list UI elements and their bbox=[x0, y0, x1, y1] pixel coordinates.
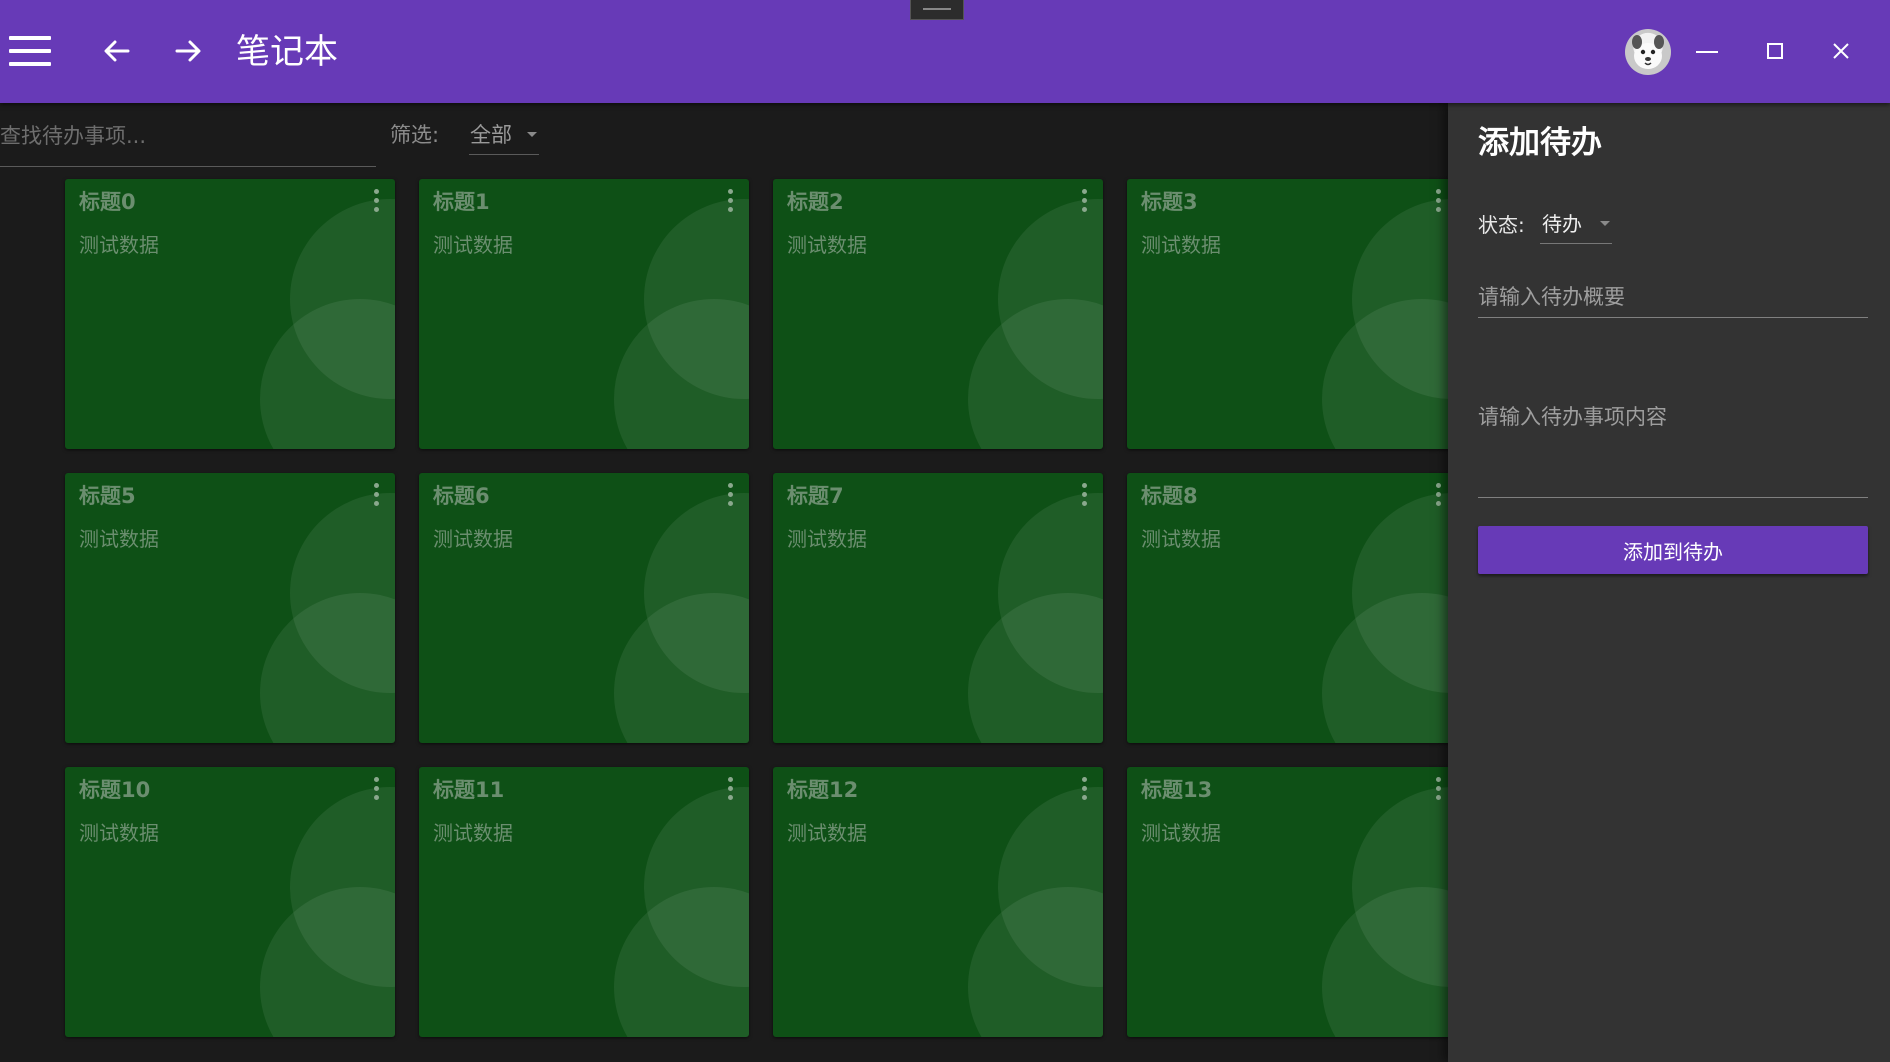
todo-card-content: 测试数据 bbox=[433, 821, 513, 845]
todo-card-title: 标题1 bbox=[433, 190, 490, 214]
todo-card[interactable]: 标题6 测试数据 bbox=[419, 473, 749, 743]
summary-input[interactable] bbox=[1478, 279, 1868, 315]
more-vert-icon[interactable] bbox=[370, 483, 382, 509]
todo-card-content: 测试数据 bbox=[79, 527, 159, 551]
minimize-icon[interactable] bbox=[1689, 33, 1725, 69]
add-todo-panel: 添加待办 状态: 待办 添加到待办 bbox=[1448, 103, 1890, 1062]
todo-card[interactable]: 标题7 测试数据 bbox=[773, 473, 1103, 743]
todo-card-title: 标题12 bbox=[787, 778, 859, 802]
chevron-down-icon bbox=[1600, 221, 1610, 226]
todo-card-content: 测试数据 bbox=[1141, 821, 1221, 845]
todo-card[interactable]: 标题11 测试数据 bbox=[419, 767, 749, 1037]
more-vert-icon[interactable] bbox=[1432, 483, 1444, 509]
close-icon[interactable] bbox=[1823, 33, 1859, 69]
todo-card-title: 标题3 bbox=[1141, 190, 1198, 214]
more-vert-icon[interactable] bbox=[724, 483, 736, 509]
hamburger-menu-icon[interactable] bbox=[9, 36, 51, 66]
todo-card-title: 标题13 bbox=[1141, 778, 1213, 802]
panel-title: 添加待办 bbox=[1478, 125, 1602, 161]
status-dropdown-value: 待办 bbox=[1542, 212, 1582, 236]
drag-handle[interactable] bbox=[910, 0, 964, 20]
filter-label: 筛选: bbox=[390, 123, 440, 147]
todo-card[interactable]: 标题1 测试数据 bbox=[419, 179, 749, 449]
app-bar: 笔记本 bbox=[0, 0, 1890, 103]
more-vert-icon[interactable] bbox=[1432, 777, 1444, 803]
todo-card[interactable]: 标题8 测试数据 bbox=[1127, 473, 1448, 743]
more-vert-icon[interactable] bbox=[370, 189, 382, 215]
todo-card-title: 标题10 bbox=[79, 778, 151, 802]
todo-card-title: 标题8 bbox=[1141, 484, 1198, 508]
search-field bbox=[0, 114, 376, 167]
more-vert-icon[interactable] bbox=[1432, 189, 1444, 215]
more-vert-icon[interactable] bbox=[1078, 777, 1090, 803]
todo-card-title: 标题0 bbox=[79, 190, 136, 214]
todo-card-content: 测试数据 bbox=[79, 821, 159, 845]
todo-card[interactable]: 标题0 测试数据 bbox=[65, 179, 395, 449]
content-field bbox=[1478, 401, 1868, 498]
todo-card-title: 标题11 bbox=[433, 778, 505, 802]
more-vert-icon[interactable] bbox=[724, 777, 736, 803]
status-dropdown[interactable]: 待办 bbox=[1540, 207, 1612, 244]
avatar[interactable] bbox=[1625, 29, 1671, 75]
todo-card-content: 测试数据 bbox=[433, 527, 513, 551]
app-title: 笔记本 bbox=[236, 32, 338, 72]
more-vert-icon[interactable] bbox=[1078, 189, 1090, 215]
todo-card-content: 测试数据 bbox=[787, 821, 867, 845]
more-vert-icon[interactable] bbox=[724, 189, 736, 215]
todo-card[interactable]: 标题10 测试数据 bbox=[65, 767, 395, 1037]
todo-card-grid: 标题0 测试数据 标题1 测试数据 标题2 测试数据 标题3 测试数据 标题5 … bbox=[0, 170, 1448, 1062]
todo-card-content: 测试数据 bbox=[433, 233, 513, 257]
arrow-left-icon[interactable] bbox=[101, 35, 133, 67]
todo-card[interactable]: 标题13 测试数据 bbox=[1127, 767, 1448, 1037]
todo-card-title: 标题2 bbox=[787, 190, 844, 214]
filter-dropdown[interactable]: 全部 bbox=[469, 118, 539, 155]
chevron-down-icon bbox=[527, 132, 537, 137]
todo-card-content: 测试数据 bbox=[787, 527, 867, 551]
todo-card-content: 测试数据 bbox=[1141, 233, 1221, 257]
todo-card[interactable]: 标题5 测试数据 bbox=[65, 473, 395, 743]
more-vert-icon[interactable] bbox=[1078, 483, 1090, 509]
todo-card[interactable]: 标题3 测试数据 bbox=[1127, 179, 1448, 449]
todo-card-content: 测试数据 bbox=[1141, 527, 1221, 551]
todo-card-title: 标题5 bbox=[79, 484, 136, 508]
todo-card-content: 测试数据 bbox=[79, 233, 159, 257]
status-label: 状态: bbox=[1478, 213, 1525, 237]
todo-card[interactable]: 标题2 测试数据 bbox=[773, 179, 1103, 449]
more-vert-icon[interactable] bbox=[370, 777, 382, 803]
todo-card[interactable]: 标题12 测试数据 bbox=[773, 767, 1103, 1037]
maximize-icon[interactable] bbox=[1757, 33, 1793, 69]
todo-card-title: 标题7 bbox=[787, 484, 844, 508]
search-input[interactable] bbox=[0, 114, 376, 158]
todo-card-title: 标题6 bbox=[433, 484, 490, 508]
todo-card-content: 测试数据 bbox=[787, 233, 867, 257]
content-textarea[interactable] bbox=[1478, 401, 1868, 491]
summary-field bbox=[1478, 279, 1868, 318]
add-todo-button[interactable]: 添加到待办 bbox=[1478, 526, 1868, 574]
filter-dropdown-value: 全部 bbox=[470, 123, 512, 147]
arrow-right-icon[interactable] bbox=[172, 35, 204, 67]
